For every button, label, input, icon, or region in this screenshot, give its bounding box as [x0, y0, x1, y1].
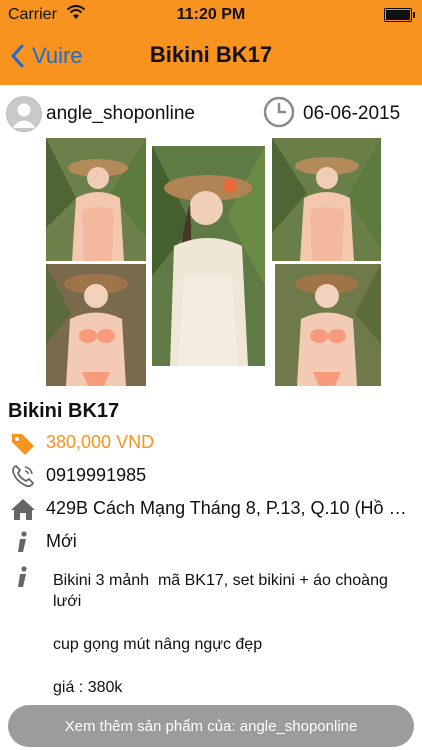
condition-text: Mới — [46, 531, 77, 551]
product-photo[interactable] — [152, 146, 265, 366]
clock-icon — [263, 96, 295, 128]
more-products-button[interactable]: Xem thêm sản phẩm của: angle_shoponline — [8, 705, 414, 747]
phone-row[interactable]: 0919991985 — [0, 461, 422, 491]
product-name: Bikini BK17 — [8, 400, 120, 422]
product-photo[interactable] — [46, 264, 146, 386]
product-photo[interactable] — [272, 138, 381, 261]
description-line: giá : 380k — [53, 679, 123, 696]
description-line: cup gọng mút nâng ngực đẹp — [53, 636, 263, 653]
status-bar: Carrier 11:20 PM — [0, 0, 422, 30]
username[interactable]: angle_shoponline — [46, 103, 195, 125]
page-title: Bikini BK17 — [149, 42, 273, 67]
product-description: Bikini 3 mảnh mã BK17, set bikini + áo c… — [53, 570, 413, 698]
info-icon — [18, 566, 27, 587]
address-row: 429B Cách Mạng Tháng 8, P.13, Q.10 (Hồ C… — [0, 494, 422, 524]
status-time: 11:20 PM — [176, 6, 246, 23]
price-row: 380,000 VND — [0, 428, 422, 458]
nav-header: Carrier 11:20 PM Vuire Bikini BK17 — [0, 0, 422, 85]
battery-icon — [384, 8, 415, 22]
product-photo[interactable] — [275, 264, 381, 386]
description-line: Bikini 3 mảnh mã BK17, set bikini + áo c… — [53, 572, 393, 610]
condition-row: Mới — [0, 527, 422, 557]
info-icon — [18, 531, 27, 552]
home-icon — [11, 499, 35, 520]
post-date: 06-06-2015 — [303, 103, 401, 124]
price-tag-icon — [12, 434, 34, 455]
photo-gallery — [46, 138, 381, 388]
address-text: 429B Cách Mạng Tháng 8, P.13, Q.10 (Hồ C… — [46, 498, 416, 518]
price-text: 380,000 VND — [46, 432, 155, 452]
post-meta: angle_shoponline 06-06-2015 — [0, 95, 422, 133]
phone-number[interactable]: 0919991985 — [46, 465, 416, 486]
product-photo[interactable] — [46, 138, 146, 261]
phone-icon — [12, 464, 35, 488]
user-avatar-icon[interactable] — [6, 96, 42, 132]
